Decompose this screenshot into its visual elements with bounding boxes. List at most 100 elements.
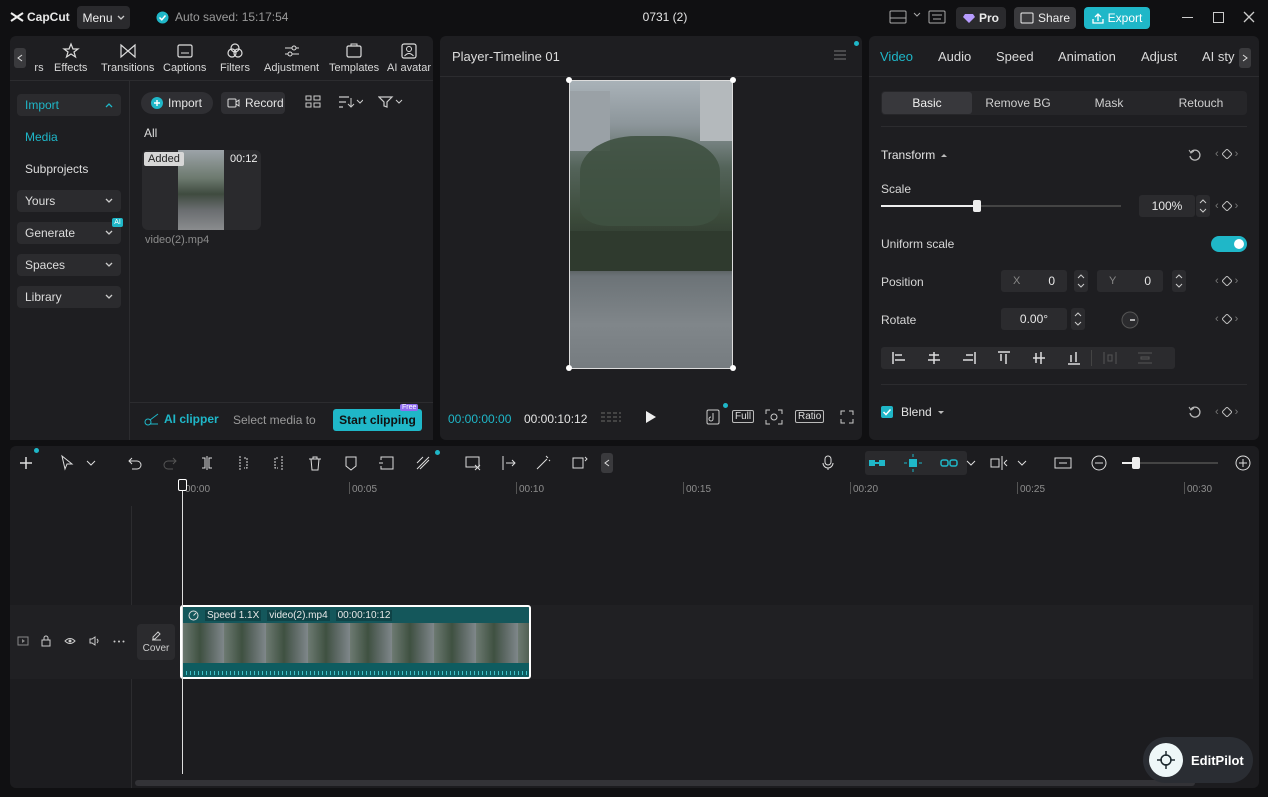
lock-icon[interactable]: [41, 635, 51, 647]
tab-speed[interactable]: Speed: [996, 49, 1034, 64]
tab-ai-avatar[interactable]: AI avatar: [387, 42, 431, 74]
align-bottom-icon[interactable]: [1056, 351, 1091, 365]
start-clipping-button[interactable]: Start clipping: [333, 409, 422, 431]
position-x-stepper[interactable]: [1074, 270, 1088, 292]
scale-slider-thumb[interactable]: [973, 200, 981, 212]
preview-axis-icon[interactable]: [990, 454, 1008, 472]
microphone-icon[interactable]: [819, 454, 837, 472]
align-center-h-icon[interactable]: [916, 352, 951, 364]
align-left-icon[interactable]: [881, 352, 916, 364]
rotate-input[interactable]: 0.00°: [1001, 308, 1067, 330]
sidebar-item-media[interactable]: Media: [17, 126, 121, 148]
auto-snap-icon[interactable]: [904, 454, 922, 472]
marker-icon[interactable]: [342, 454, 360, 472]
main-track-magnet-icon[interactable]: [868, 454, 886, 472]
share-button[interactable]: Share: [1014, 7, 1076, 29]
eye-icon[interactable]: [64, 636, 76, 646]
split-right-icon[interactable]: [270, 454, 288, 472]
scroll-left-button[interactable]: [14, 48, 26, 68]
zoom-slider[interactable]: [1122, 457, 1218, 469]
blend-header[interactable]: Blend: [901, 405, 945, 419]
blend-checkbox[interactable]: [881, 406, 893, 418]
undo-icon[interactable]: [125, 454, 143, 472]
menu-button[interactable]: Menu: [77, 6, 130, 29]
tab-animation[interactable]: Animation: [1058, 49, 1116, 64]
maximize-icon[interactable]: [1213, 12, 1224, 23]
extract-audio-icon[interactable]: [500, 454, 518, 472]
filter-icon[interactable]: [378, 95, 404, 109]
subtab-basic[interactable]: Basic: [882, 92, 972, 114]
zoom-fit-icon[interactable]: [765, 409, 783, 425]
editpilot-button[interactable]: EditPilot: [1143, 737, 1253, 783]
playhead-handle[interactable]: [178, 479, 187, 491]
zoom-out-icon[interactable]: [1090, 454, 1108, 472]
chevron-down-icon[interactable]: [913, 12, 921, 18]
tab-audio[interactable]: Audio: [938, 49, 971, 64]
sidebar-item-import[interactable]: Import: [17, 94, 121, 116]
timeline-clip[interactable]: Speed 1.1X video(2).mp4 00:00:10:12: [180, 605, 531, 679]
tab-templates[interactable]: Templates: [329, 42, 379, 74]
tiktok-icon[interactable]: [706, 409, 720, 425]
close-icon[interactable]: [1243, 11, 1255, 23]
scale-slider[interactable]: [881, 200, 1121, 212]
zoom-in-icon[interactable]: [1234, 454, 1252, 472]
rotate-dial-icon[interactable]: [1121, 311, 1139, 329]
chevron-down-icon[interactable]: [82, 454, 100, 472]
ratio-button[interactable]: Ratio: [795, 410, 825, 423]
tab-video[interactable]: Video: [880, 49, 913, 64]
delete-icon[interactable]: [306, 454, 324, 472]
position-y-input[interactable]: Y 0: [1097, 270, 1163, 292]
tab-ai-style[interactable]: AI sty: [1202, 49, 1236, 64]
tab-adjustment[interactable]: Adjustment: [264, 42, 319, 74]
keyboard-icon[interactable]: [928, 10, 946, 24]
resize-handle[interactable]: [730, 365, 736, 371]
export-button[interactable]: Export: [1084, 7, 1150, 29]
tab-captions[interactable]: Captions: [163, 42, 206, 74]
sidebar-item-yours[interactable]: Yours: [17, 190, 121, 212]
collapse-toolbar-button[interactable]: [601, 453, 613, 473]
auto-cut-icon[interactable]: [414, 454, 432, 472]
redo-icon[interactable]: [162, 454, 180, 472]
align-right-icon[interactable]: [951, 352, 986, 364]
distribute-h-icon[interactable]: [1092, 352, 1127, 364]
resize-handle[interactable]: [566, 365, 572, 371]
pro-button[interactable]: Pro: [956, 7, 1006, 29]
resize-handle[interactable]: [730, 77, 736, 83]
transform-header[interactable]: Transform: [881, 148, 948, 162]
keyframe-nav[interactable]: ‹ ›: [1215, 406, 1238, 418]
scroll-right-button[interactable]: [1239, 48, 1251, 68]
rotate-stepper[interactable]: [1071, 308, 1085, 330]
link-icon[interactable]: [940, 454, 958, 472]
select-tool-icon[interactable]: [58, 454, 76, 472]
subtab-remove-bg[interactable]: Remove BG: [973, 92, 1063, 114]
timeline-scrollbar[interactable]: [135, 780, 1195, 786]
media-clip-card[interactable]: Added 00:12: [142, 150, 261, 230]
tab-transitions[interactable]: Transitions: [101, 42, 154, 74]
ai-enhance-icon[interactable]: [571, 454, 589, 472]
split-left-icon[interactable]: [234, 454, 252, 472]
sidebar-item-subprojects[interactable]: Subprojects: [17, 158, 121, 180]
cover-button[interactable]: Cover: [137, 624, 175, 660]
tab-stickers[interactable]: rs: [30, 42, 48, 74]
crop-icon[interactable]: [378, 454, 396, 472]
tab-effects[interactable]: Effects: [54, 42, 87, 74]
video-preview[interactable]: [569, 80, 733, 369]
keyframe-nav[interactable]: ‹ ›: [1215, 200, 1238, 212]
reset-icon[interactable]: [1188, 405, 1202, 419]
keyframe-nav[interactable]: ‹ ›: [1215, 148, 1238, 160]
magic-wand-icon[interactable]: [534, 454, 552, 472]
resize-handle[interactable]: [566, 77, 572, 83]
scale-stepper[interactable]: [1196, 195, 1210, 217]
full-button[interactable]: Full: [732, 410, 755, 423]
sort-icon[interactable]: [337, 95, 363, 109]
player-menu-icon[interactable]: [833, 50, 847, 60]
chevron-down-icon[interactable]: [962, 454, 980, 472]
position-y-stepper[interactable]: [1172, 270, 1186, 292]
scale-input[interactable]: 100%: [1139, 195, 1195, 217]
sidebar-item-library[interactable]: Library: [17, 286, 121, 308]
grid-view-icon[interactable]: [305, 95, 321, 109]
minimize-icon[interactable]: [1182, 17, 1193, 18]
layout-icon[interactable]: [889, 10, 907, 24]
align-top-icon[interactable]: [986, 351, 1021, 365]
zoom-slider-thumb[interactable]: [1132, 457, 1140, 469]
